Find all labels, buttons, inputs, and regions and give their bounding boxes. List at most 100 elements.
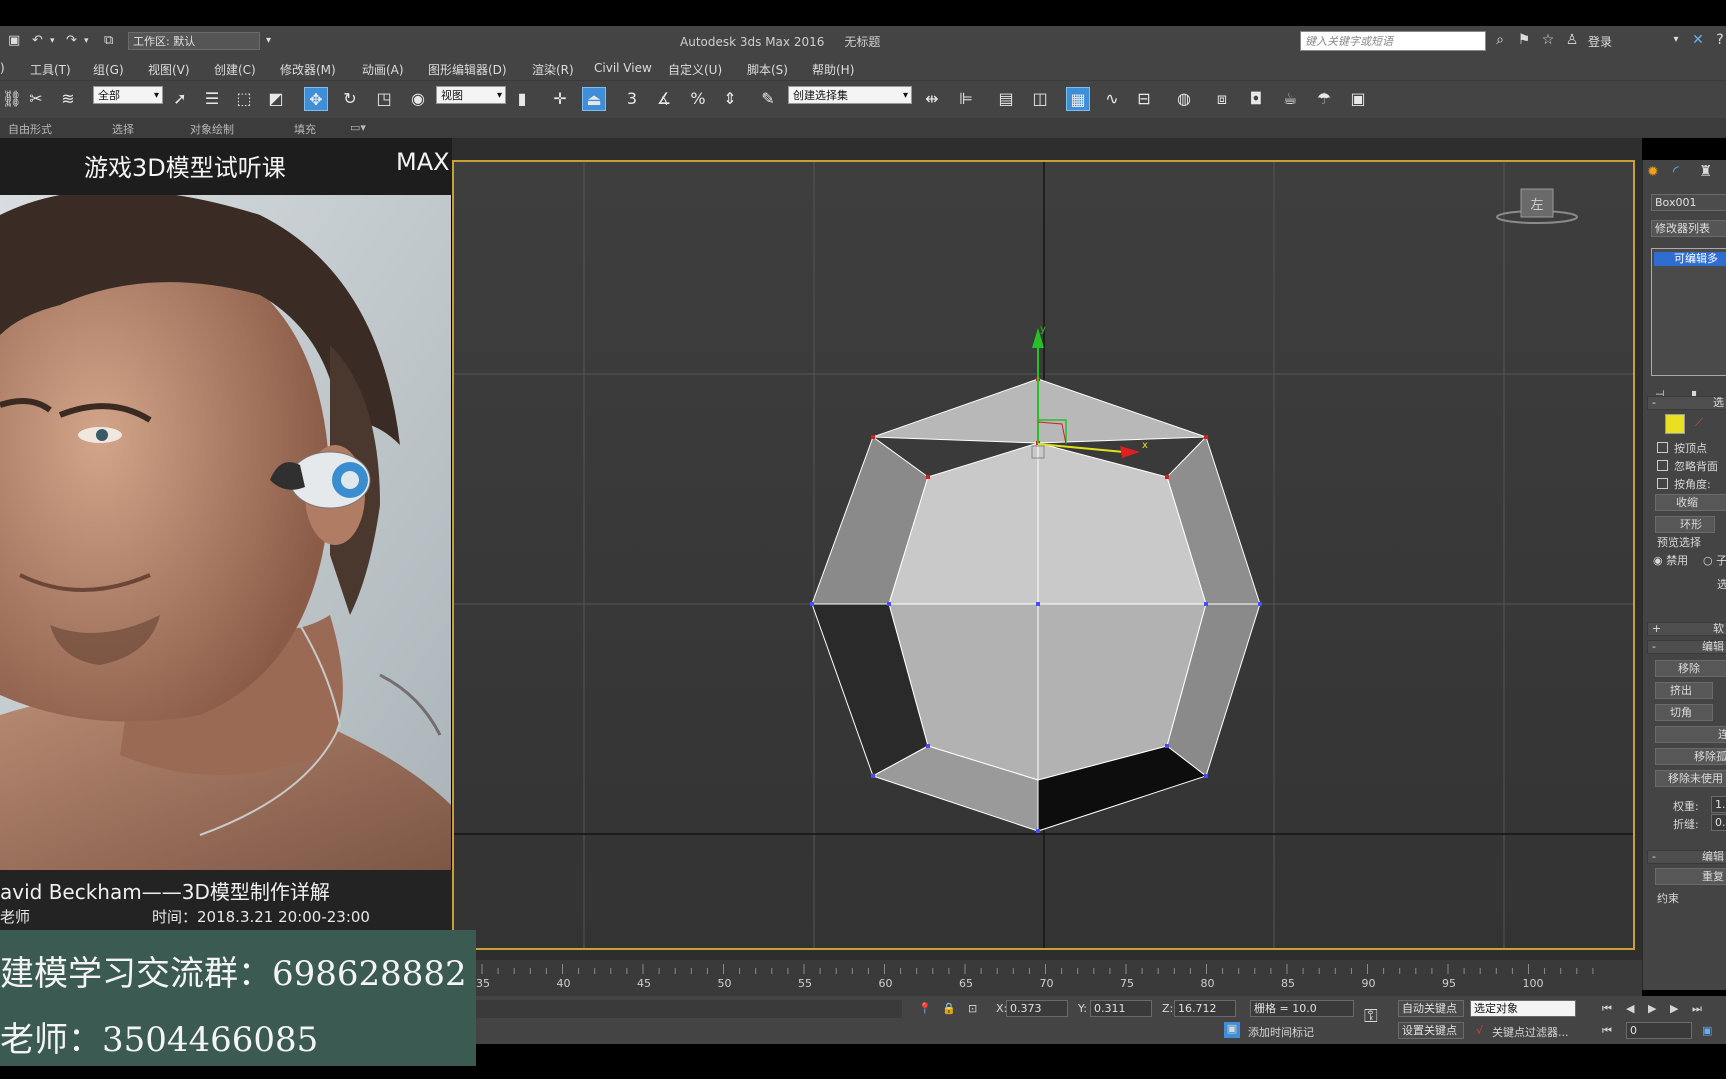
menu-civil-view[interactable]: Civil View bbox=[594, 61, 652, 75]
reference-coordinate-select[interactable]: 视图 bbox=[436, 86, 506, 105]
toggle-ribbon-icon[interactable]: ▦ bbox=[1066, 87, 1090, 111]
connect-button[interactable]: 连 bbox=[1655, 726, 1726, 743]
menu-animation[interactable]: 动画(A) bbox=[362, 61, 404, 78]
percent-snap-icon[interactable]: % bbox=[686, 87, 710, 111]
exchange-icon[interactable]: ✕ bbox=[1690, 32, 1706, 48]
menu-graph-editors[interactable]: 图形编辑器(D) bbox=[428, 61, 507, 78]
by-vertex-checkbox[interactable]: 按顶点 bbox=[1657, 440, 1707, 456]
by-angle-checkbox[interactable]: 按角度: bbox=[1657, 476, 1711, 492]
select-by-name-icon[interactable]: ☰ bbox=[200, 87, 224, 111]
modify-tab-icon[interactable]: ◜ bbox=[1673, 162, 1679, 180]
schematic-view-icon[interactable]: ⊟ bbox=[1132, 87, 1156, 111]
menu-views[interactable]: 视图(V) bbox=[148, 61, 190, 78]
menu-help[interactable]: 帮助(H) bbox=[812, 61, 854, 78]
timeline-ruler[interactable]: 35 40 45 50 55 60 65 70 75 80 85 90 95 100 bbox=[452, 960, 1642, 996]
menu-tools[interactable]: 工具(T) bbox=[30, 61, 71, 78]
unlink-icon[interactable]: ✂ bbox=[24, 87, 48, 111]
set-key-button[interactable]: 设置关键点 bbox=[1398, 1022, 1464, 1039]
ribbon-tab-selection[interactable]: 选择 bbox=[112, 121, 134, 137]
binoculars-icon[interactable]: ⌕ bbox=[1492, 32, 1508, 48]
align-icon[interactable]: ⊫ bbox=[954, 87, 978, 111]
render-iterative-icon[interactable]: ☂ bbox=[1312, 87, 1336, 111]
login-dropdown-icon[interactable]: ▾ bbox=[1668, 32, 1684, 48]
set-key-icon[interactable]: ⚿ bbox=[1364, 1006, 1378, 1027]
help-icon[interactable]: ? bbox=[1712, 32, 1726, 48]
previous-frame-icon[interactable]: ◀ bbox=[1626, 1002, 1634, 1015]
place-icon[interactable]: ◉ bbox=[406, 87, 430, 111]
time-tag-icon[interactable]: ▣ bbox=[1224, 1022, 1240, 1038]
viewport-canvas[interactable]: y x 左 bbox=[454, 162, 1635, 950]
quick-access-dropdown-icon[interactable]: ▾ bbox=[266, 32, 271, 50]
ribbon-options-icon[interactable]: ▭▾ bbox=[350, 121, 366, 134]
curve-editor-icon[interactable]: ∿ bbox=[1100, 87, 1124, 111]
repeat-last-button[interactable]: 重复 bbox=[1655, 868, 1726, 885]
ignore-backfacing-checkbox[interactable]: 忽略背面 bbox=[1657, 458, 1718, 474]
render-setup-icon[interactable]: ⧈ bbox=[1210, 87, 1234, 111]
rendered-frame-window-icon[interactable]: ◘ bbox=[1244, 87, 1268, 111]
select-and-scale-icon[interactable]: ◳ bbox=[372, 87, 396, 111]
play-icon[interactable]: ▶ bbox=[1648, 1002, 1656, 1015]
edit-named-selection-icon[interactable]: ✎ bbox=[756, 87, 780, 111]
remove-isolated-button[interactable]: 移除孤 bbox=[1655, 748, 1726, 765]
go-to-end-icon[interactable]: ⏭ bbox=[1692, 1002, 1702, 1016]
key-filters-button[interactable]: 关键点过滤器... bbox=[1492, 1024, 1569, 1040]
rectangular-selection-icon[interactable]: ⬚ bbox=[232, 87, 256, 111]
modifier-list-select[interactable]: 修改器列表 bbox=[1651, 220, 1726, 237]
search-input[interactable]: 键入关键字或短语 bbox=[1300, 31, 1486, 51]
time-config-icon[interactable]: ▣ bbox=[1702, 1024, 1712, 1037]
crease-spinner[interactable]: 0. bbox=[1711, 814, 1726, 831]
create-tab-icon[interactable]: ✹ bbox=[1647, 164, 1659, 180]
selection-filter-select[interactable]: 全部 bbox=[93, 86, 163, 105]
redo-dropdown-icon[interactable]: ▾ bbox=[84, 32, 89, 50]
layer-explorer-icon[interactable]: ◫ bbox=[1028, 87, 1052, 111]
go-to-start-icon[interactable]: ⏮ bbox=[1602, 1002, 1612, 1016]
soft-selection-rollout-header[interactable]: + 软 bbox=[1647, 622, 1726, 636]
project-folder-icon[interactable]: ⧉ bbox=[104, 32, 113, 50]
left-viewport[interactable]: y x 左 bbox=[452, 160, 1635, 950]
y-coord-field[interactable]: 0.311 bbox=[1090, 1000, 1152, 1017]
favorites-star-icon[interactable]: ☆ bbox=[1540, 32, 1556, 48]
auto-key-button[interactable]: 自动关键点 bbox=[1398, 1000, 1464, 1017]
named-selection-set-select[interactable]: 创建选择集 bbox=[788, 86, 912, 105]
edge-subobject-icon[interactable]: ⟋ bbox=[1695, 416, 1703, 430]
angle-snap-icon[interactable]: ∡ bbox=[652, 87, 676, 111]
user-icon[interactable]: ♙ bbox=[1564, 32, 1580, 48]
object-name-field[interactable]: Box001 bbox=[1651, 194, 1726, 211]
save-icon[interactable]: ▣ bbox=[8, 32, 20, 50]
vertex-subobject-icon[interactable] bbox=[1665, 414, 1685, 434]
material-editor-icon[interactable]: ◍ bbox=[1172, 87, 1196, 111]
select-manipulate-icon[interactable]: ✛ bbox=[548, 87, 572, 111]
toggle-scene-explorer-icon[interactable]: ▤ bbox=[994, 87, 1018, 111]
timeline-track[interactable]: 35 40 45 50 55 60 65 70 75 80 85 90 95 100 bbox=[452, 960, 1642, 996]
remove-button[interactable]: 移除 bbox=[1655, 660, 1726, 677]
next-frame-icon[interactable]: ▶ bbox=[1670, 1002, 1678, 1015]
menu-customize[interactable]: 自定义(U) bbox=[668, 61, 722, 78]
login-button[interactable]: 登录 bbox=[1588, 33, 1612, 50]
ribbon-tab-populate[interactable]: 填充 bbox=[294, 121, 316, 137]
preview-disabled-radio[interactable]: ◉ 禁用 bbox=[1653, 552, 1688, 568]
hierarchy-tab-icon[interactable]: ♜ bbox=[1699, 162, 1712, 180]
menu-create[interactable]: 创建(C) bbox=[214, 61, 256, 78]
key-mode-toggle-icon[interactable]: ⏮ bbox=[1602, 1024, 1612, 1038]
select-object-icon[interactable]: ➚ bbox=[168, 87, 192, 111]
weight-spinner[interactable]: 1. bbox=[1711, 796, 1726, 813]
preview-subobject-radio[interactable]: ○ 子 bbox=[1703, 552, 1726, 568]
remove-unused-button[interactable]: 移除未使用 bbox=[1655, 770, 1726, 787]
pivot-center-icon[interactable]: ▮ bbox=[510, 87, 534, 111]
menu-group[interactable]: 组(G) bbox=[93, 61, 124, 78]
keyboard-shortcut-override-icon[interactable]: ⏏ bbox=[582, 87, 606, 111]
add-time-tag-button[interactable]: 添加时间标记 bbox=[1248, 1024, 1314, 1040]
stack-item-editable-poly[interactable]: 可编辑多 bbox=[1654, 252, 1726, 266]
z-coord-field[interactable]: 16.712 bbox=[1174, 1000, 1236, 1017]
current-frame-field[interactable]: 0 bbox=[1626, 1022, 1692, 1039]
spinner-snap-icon[interactable]: ⇕ bbox=[718, 87, 742, 111]
menu-scripting[interactable]: 脚本(S) bbox=[747, 61, 788, 78]
select-and-rotate-icon[interactable]: ↻ bbox=[338, 87, 362, 111]
subscription-icon[interactable]: ⚑ bbox=[1516, 32, 1532, 48]
redo-icon[interactable]: ↷ bbox=[66, 32, 77, 50]
isolate-selection-icon[interactable]: 📍 bbox=[918, 1002, 932, 1015]
menu-modifiers[interactable]: 修改器(M) bbox=[280, 61, 336, 78]
ribbon-tab-freeform[interactable]: 自由形式 bbox=[8, 121, 52, 137]
window-crossing-icon[interactable]: ◩ bbox=[264, 87, 288, 111]
workspace-select[interactable]: 工作区: 默认 bbox=[128, 32, 260, 50]
